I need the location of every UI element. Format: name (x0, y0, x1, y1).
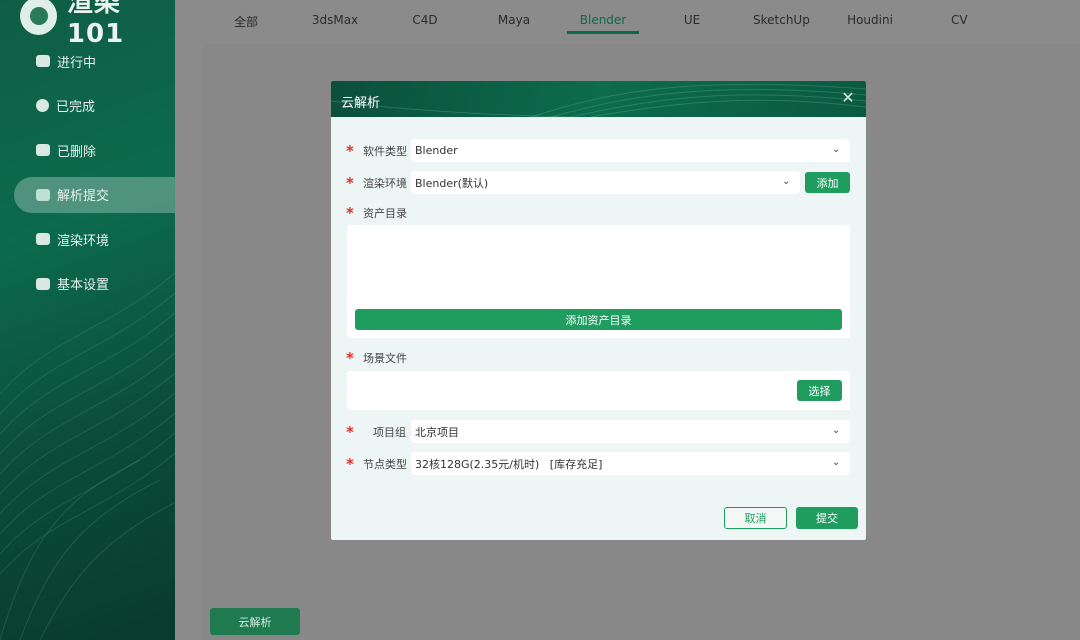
sidebar-item-label: 已删除 (57, 144, 97, 160)
tab-c4d[interactable]: C4D (411, 13, 439, 27)
required-mark: * (346, 141, 354, 160)
active-tab-indicator (567, 31, 639, 34)
software-type-row: * 软件类型 (346, 139, 407, 162)
render-env-select[interactable]: Blender(默认) ⌄ (411, 171, 800, 194)
cloud-icon (36, 55, 50, 67)
chevron-down-icon: ⌄ (782, 176, 791, 187)
sidebar-item-label: 渲染环境 (57, 233, 110, 249)
check-circle-icon (36, 99, 49, 113)
trash-icon (36, 144, 50, 157)
app-name: 渲染101 (66, 0, 125, 49)
tab-houdini[interactable]: Houdini (846, 13, 894, 27)
tab-maya[interactable]: Maya (497, 13, 531, 27)
sidebar-item-completed[interactable]: 已完成 (0, 88, 175, 124)
scene-file-label: 场景文件 (363, 351, 407, 365)
sidebar-item-settings[interactable]: 基本设置 (0, 266, 175, 302)
scene-file-row: * 场景文件 (346, 346, 407, 369)
node-type-label: 节点类型 (363, 457, 407, 471)
tab-all[interactable]: 全部 (233, 13, 259, 30)
sidebar-item-in-progress[interactable]: 进行中 (0, 43, 175, 79)
required-mark: * (346, 348, 354, 367)
project-group-select[interactable]: 北京项目 ⌄ (411, 420, 850, 443)
project-group-value: 北京项目 (415, 425, 459, 439)
tab-ue[interactable]: UE (683, 13, 701, 27)
tab-sketchup[interactable]: SketchUp (753, 13, 810, 27)
required-mark: * (346, 203, 354, 222)
parse-icon (36, 188, 50, 201)
render-env-row: * 渲染环境 (346, 171, 407, 194)
scene-file-field[interactable] (347, 371, 850, 410)
choose-scene-file-button[interactable]: 选择 (797, 380, 842, 401)
folder-icon (36, 277, 50, 290)
render-env-icon (36, 233, 50, 246)
tab-cv[interactable]: CV (951, 13, 968, 27)
logo-icon (20, 0, 57, 35)
cloud-parse-button[interactable]: 云解析 (210, 608, 300, 635)
app-logo: 渲染101 (20, 0, 175, 49)
project-group-row: * 项目组 (346, 420, 406, 443)
asset-dir-label: 资产目录 (363, 206, 407, 220)
required-mark: * (346, 454, 354, 473)
tab-blender[interactable]: Blender (579, 13, 627, 27)
asset-dir-row: * 资产目录 (346, 201, 407, 224)
add-asset-dir-button[interactable]: 添加资产目录 (355, 309, 842, 330)
submit-button[interactable]: 提交 (796, 507, 858, 529)
chevron-down-icon: ⌄ (832, 144, 841, 155)
sidebar-item-label: 进行中 (57, 55, 97, 71)
software-tabs: 全部 3dsMax C4D Maya Blender UE SketchUp H… (175, 0, 1080, 40)
node-type-select[interactable]: 32核128G(2.35元/机时) [库存充足] ⌄ (411, 452, 850, 475)
sidebar-item-deleted[interactable]: 已删除 (0, 132, 175, 168)
render-env-value: Blender(默认) (415, 176, 489, 190)
cancel-button[interactable]: 取消 (724, 507, 787, 529)
required-mark: * (346, 173, 354, 192)
tab-3dsmax[interactable]: 3dsMax (310, 13, 360, 27)
dialog-title: 云解析 (341, 96, 381, 111)
node-type-row: * 节点类型 (346, 452, 407, 475)
render-env-label: 渲染环境 (363, 176, 407, 190)
sidebar-item-label: 已完成 (56, 100, 96, 116)
header-wave-decoration (331, 83, 866, 117)
node-type-value: 32核128G(2.35元/机时) [库存充足] (415, 457, 603, 471)
software-type-select[interactable]: Blender ⌄ (411, 139, 850, 162)
chevron-down-icon: ⌄ (832, 457, 841, 468)
sidebar-item-render-env[interactable]: 渲染环境 (0, 221, 175, 257)
sidebar: 渲染101 进行中 已完成 已删除 解析提交 渲染环境 基本设置 (0, 0, 175, 640)
sidebar-item-parse-submit[interactable]: 解析提交 (14, 176, 175, 213)
software-type-label: 软件类型 (363, 144, 407, 158)
project-group-label: 项目组 (373, 425, 406, 439)
chevron-down-icon: ⌄ (832, 425, 841, 436)
dialog-header: 云解析 ✕ (331, 81, 866, 117)
add-render-env-button[interactable]: 添加 (805, 172, 850, 193)
cloud-parse-dialog: 云解析 ✕ * 软件类型 Blender ⌄ * 渲染环境 Blender(默认… (331, 81, 866, 540)
close-icon[interactable]: ✕ (840, 90, 856, 106)
required-mark: * (346, 422, 354, 441)
sidebar-item-label: 解析提交 (57, 189, 110, 205)
software-type-value: Blender (415, 144, 458, 157)
sidebar-nav: 进行中 已完成 已删除 解析提交 渲染环境 基本设置 (0, 43, 175, 311)
sidebar-item-label: 基本设置 (57, 278, 110, 294)
